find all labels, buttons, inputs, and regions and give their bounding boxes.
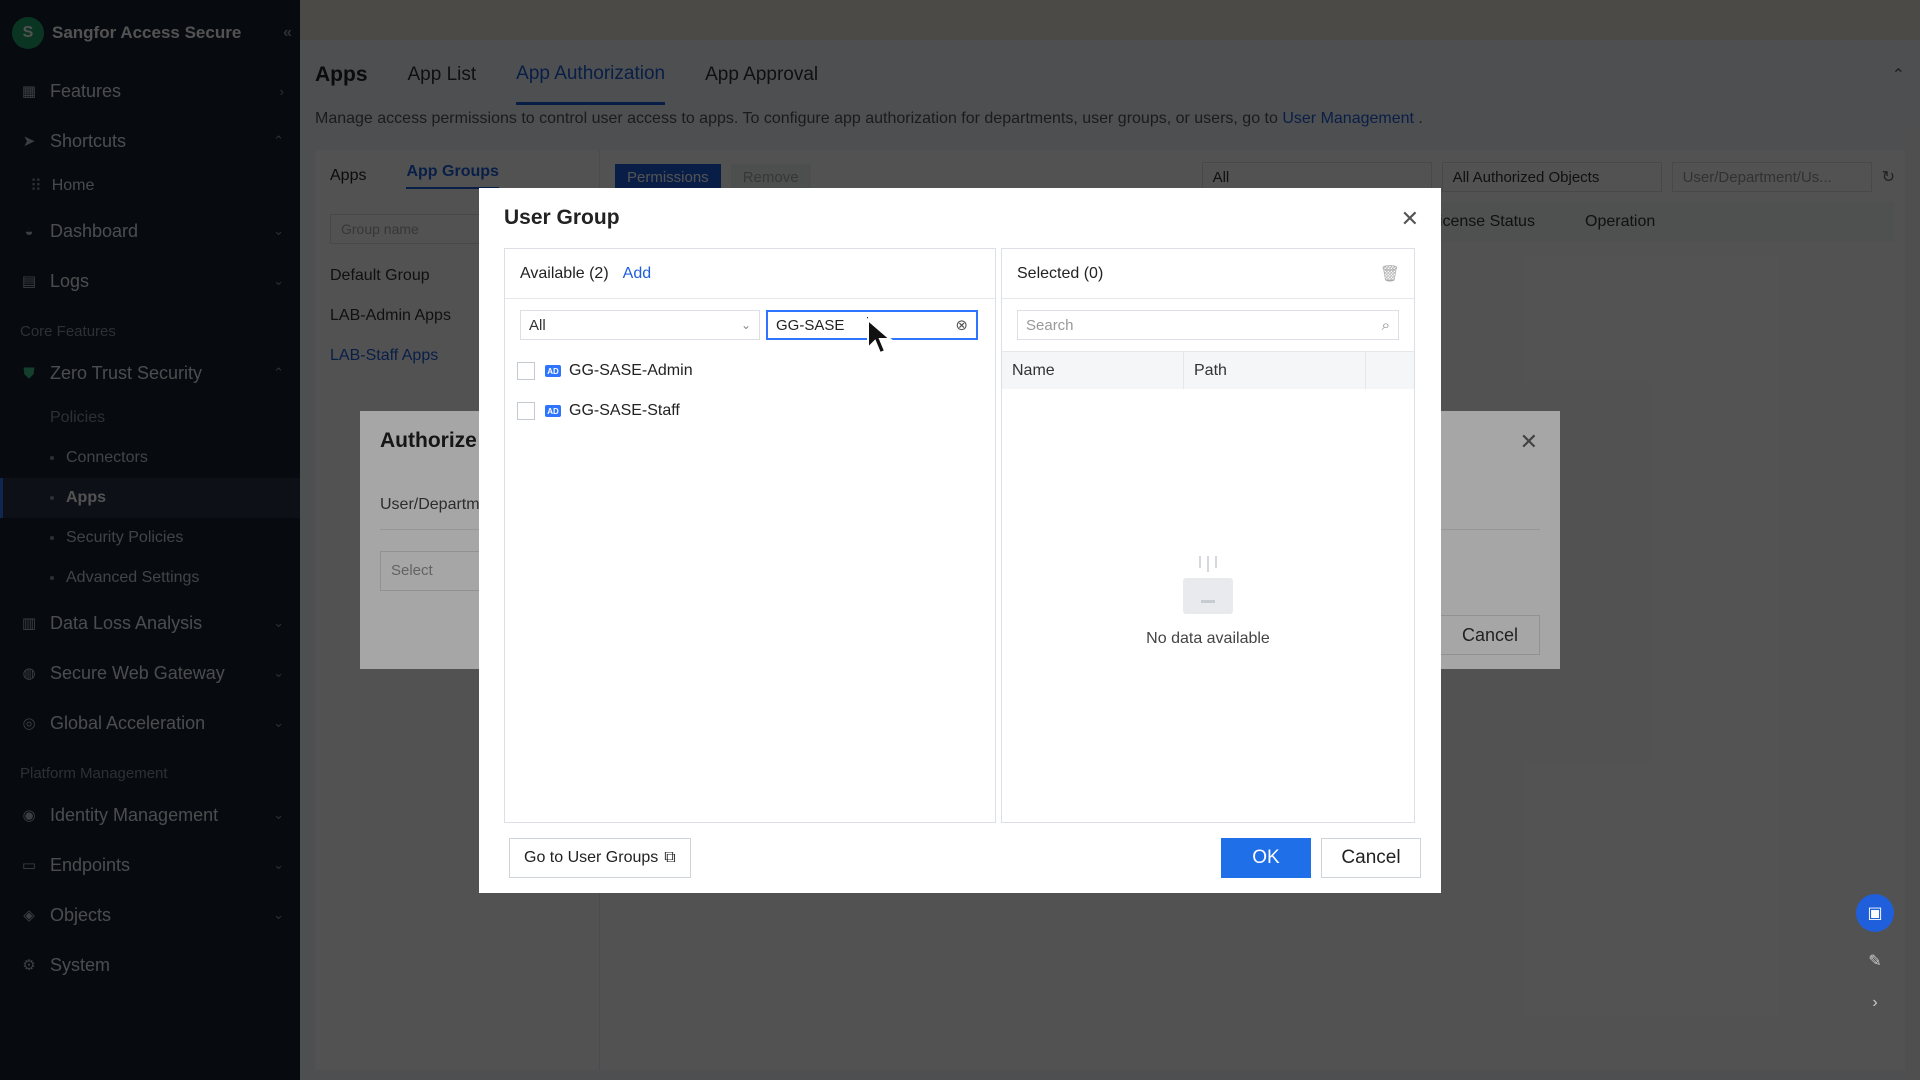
cancel-button[interactable]: Cancel <box>1321 838 1421 878</box>
checkbox[interactable] <box>517 362 535 380</box>
column-name: Name <box>1002 352 1184 389</box>
box-shape <box>1183 578 1233 614</box>
sparkle <box>1207 556 1209 572</box>
ad-group-icon: AD <box>545 405 561 417</box>
help-book-icon[interactable]: ▣ <box>1856 894 1894 932</box>
user-group-dialog: User Group ✕ Available (2) Add All ⌄ GG-… <box>479 188 1441 893</box>
ok-button[interactable]: OK <box>1221 838 1311 878</box>
edit-icon[interactable]: ✎ <box>1856 942 1894 980</box>
close-icon[interactable]: ✕ <box>1401 206 1419 232</box>
available-panel: Available (2) Add All ⌄ GG-SASE ⊗ AD GG-… <box>504 248 996 823</box>
empty-text: No data available <box>1146 630 1270 647</box>
selected-panel: Selected (0) 🗑 Search ⌕ Name Path No dat… <box>1001 248 1415 823</box>
selected-header: Selected (0) 🗑 <box>1002 249 1414 299</box>
type-filter-select[interactable]: All ⌄ <box>520 310 760 340</box>
external-link-icon: ⧉ <box>664 849 676 866</box>
dialog-title: User Group <box>504 206 620 229</box>
selected-search-row: Search ⌕ <box>1002 299 1414 351</box>
selected-search-input[interactable]: Search ⌕ <box>1017 310 1399 340</box>
box-slot <box>1201 600 1215 603</box>
sparkle <box>1215 556 1217 568</box>
chevron-down-icon: ⌄ <box>740 318 751 332</box>
button-label: Go to User Groups <box>524 849 659 866</box>
mouse-pointer-icon <box>867 318 893 355</box>
list-item[interactable]: AD GG-SASE-Staff <box>505 391 995 431</box>
available-header: Available (2) Add <box>505 249 995 299</box>
sparkle <box>1199 556 1201 568</box>
search-placeholder: Search <box>1026 316 1074 334</box>
selected-table-header: Name Path <box>1002 351 1414 389</box>
filter-value: All <box>529 316 546 334</box>
ad-group-icon: AD <box>545 365 561 377</box>
search-icon: ⌕ <box>1381 316 1390 334</box>
add-link[interactable]: Add <box>623 265 651 283</box>
selected-count: Selected (0) <box>1017 264 1104 282</box>
trash-icon[interactable]: 🗑 <box>1380 264 1400 284</box>
available-count: Available (2) <box>520 264 609 282</box>
list-item[interactable]: AD GG-SASE-Admin <box>505 351 995 391</box>
available-filters: All ⌄ GG-SASE ⊗ <box>505 299 995 351</box>
empty-state: No data available <box>1002 554 1414 648</box>
empty-box-icon <box>1179 554 1237 616</box>
list-item-label: GG-SASE-Admin <box>569 362 693 379</box>
column-path: Path <box>1184 352 1366 389</box>
checkbox[interactable] <box>517 402 535 420</box>
search-value: GG-SASE <box>776 316 845 334</box>
list-item-label: GG-SASE-Staff <box>569 402 680 419</box>
go-to-user-groups-button[interactable]: Go to User Groups ⧉ <box>509 838 691 878</box>
chevron-right-icon[interactable]: › <box>1856 984 1894 1022</box>
clear-icon[interactable]: ⊗ <box>955 316 968 334</box>
